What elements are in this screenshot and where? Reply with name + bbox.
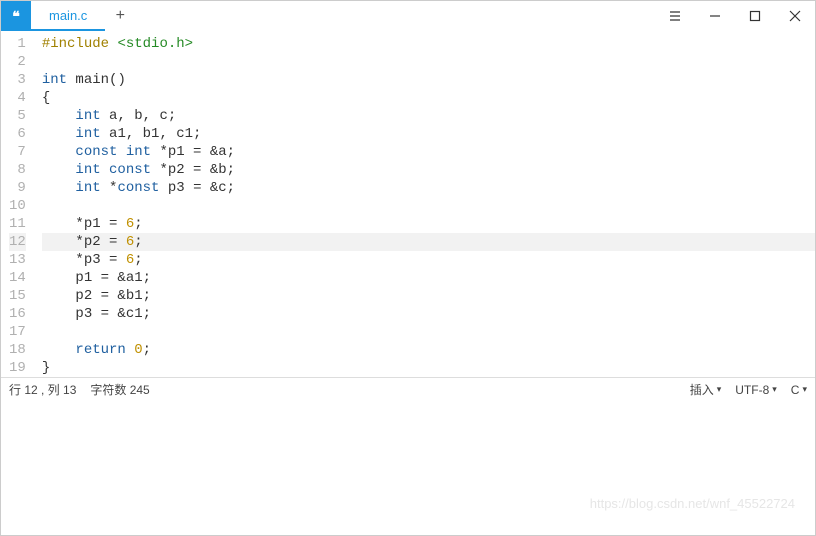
line-number: 11	[9, 215, 26, 233]
minimize-button[interactable]	[695, 1, 735, 31]
code-line[interactable]: int *const p3 = &c;	[42, 179, 815, 197]
code-line[interactable]	[42, 323, 815, 341]
line-number: 19	[9, 359, 26, 377]
line-number: 4	[9, 89, 26, 107]
code-editor[interactable]: 12345678910111213141516171819 #include <…	[1, 31, 815, 377]
code-line[interactable]	[42, 53, 815, 71]
code-line[interactable]: int a, b, c;	[42, 107, 815, 125]
cursor-position[interactable]: 行 12 , 列 13	[9, 381, 76, 398]
line-number: 6	[9, 125, 26, 143]
code-line[interactable]: return 0;	[42, 341, 815, 359]
line-number: 16	[9, 305, 26, 323]
line-number: 7	[9, 143, 26, 161]
line-number: 9	[9, 179, 26, 197]
line-number: 1	[9, 35, 26, 53]
encoding-selector[interactable]: UTF-8▾	[735, 383, 777, 397]
line-number: 5	[9, 107, 26, 125]
line-number: 17	[9, 323, 26, 341]
maximize-button[interactable]	[735, 1, 775, 31]
line-number: 2	[9, 53, 26, 71]
language-selector[interactable]: C▾	[791, 383, 807, 397]
code-line[interactable]: int const *p2 = &b;	[42, 161, 815, 179]
code-line[interactable]: *p1 = 6;	[42, 215, 815, 233]
code-line[interactable]: {	[42, 89, 815, 107]
line-number-gutter: 12345678910111213141516171819	[1, 31, 36, 377]
close-button[interactable]	[775, 1, 815, 31]
line-number: 14	[9, 269, 26, 287]
code-line[interactable]: int a1, b1, c1;	[42, 125, 815, 143]
app-icon: ❝	[1, 1, 31, 31]
hamburger-menu-icon[interactable]	[655, 1, 695, 31]
code-line[interactable]	[42, 197, 815, 215]
code-line[interactable]: const int *p1 = &a;	[42, 143, 815, 161]
titlebar: ❝ main.c +	[1, 1, 815, 31]
code-line[interactable]: int main()	[42, 71, 815, 89]
new-tab-button[interactable]: +	[105, 1, 135, 31]
code-line[interactable]: p2 = &b1;	[42, 287, 815, 305]
line-number: 18	[9, 341, 26, 359]
code-line[interactable]: p1 = &a1;	[42, 269, 815, 287]
line-number: 12	[9, 233, 26, 251]
code-line[interactable]: *p3 = 6;	[42, 251, 815, 269]
line-number: 3	[9, 71, 26, 89]
statusbar: 行 12 , 列 13 字符数 245 插入▾ UTF-8▾ C▾	[1, 377, 815, 401]
code-line[interactable]: *p2 = 6;	[42, 233, 815, 251]
char-count[interactable]: 字符数 245	[90, 381, 149, 398]
code-line[interactable]: #include <stdio.h>	[42, 35, 815, 53]
code-line[interactable]: p3 = &c1;	[42, 305, 815, 323]
line-number: 10	[9, 197, 26, 215]
line-number: 15	[9, 287, 26, 305]
line-number: 13	[9, 251, 26, 269]
line-number: 8	[9, 161, 26, 179]
code-line[interactable]: }	[42, 359, 815, 377]
code-area[interactable]: #include <stdio.h> int main(){ int a, b,…	[36, 31, 815, 377]
watermark: https://blog.csdn.net/wnf_45522724	[590, 496, 795, 511]
insert-mode[interactable]: 插入▾	[690, 381, 722, 398]
tab-main-c[interactable]: main.c	[31, 1, 105, 31]
